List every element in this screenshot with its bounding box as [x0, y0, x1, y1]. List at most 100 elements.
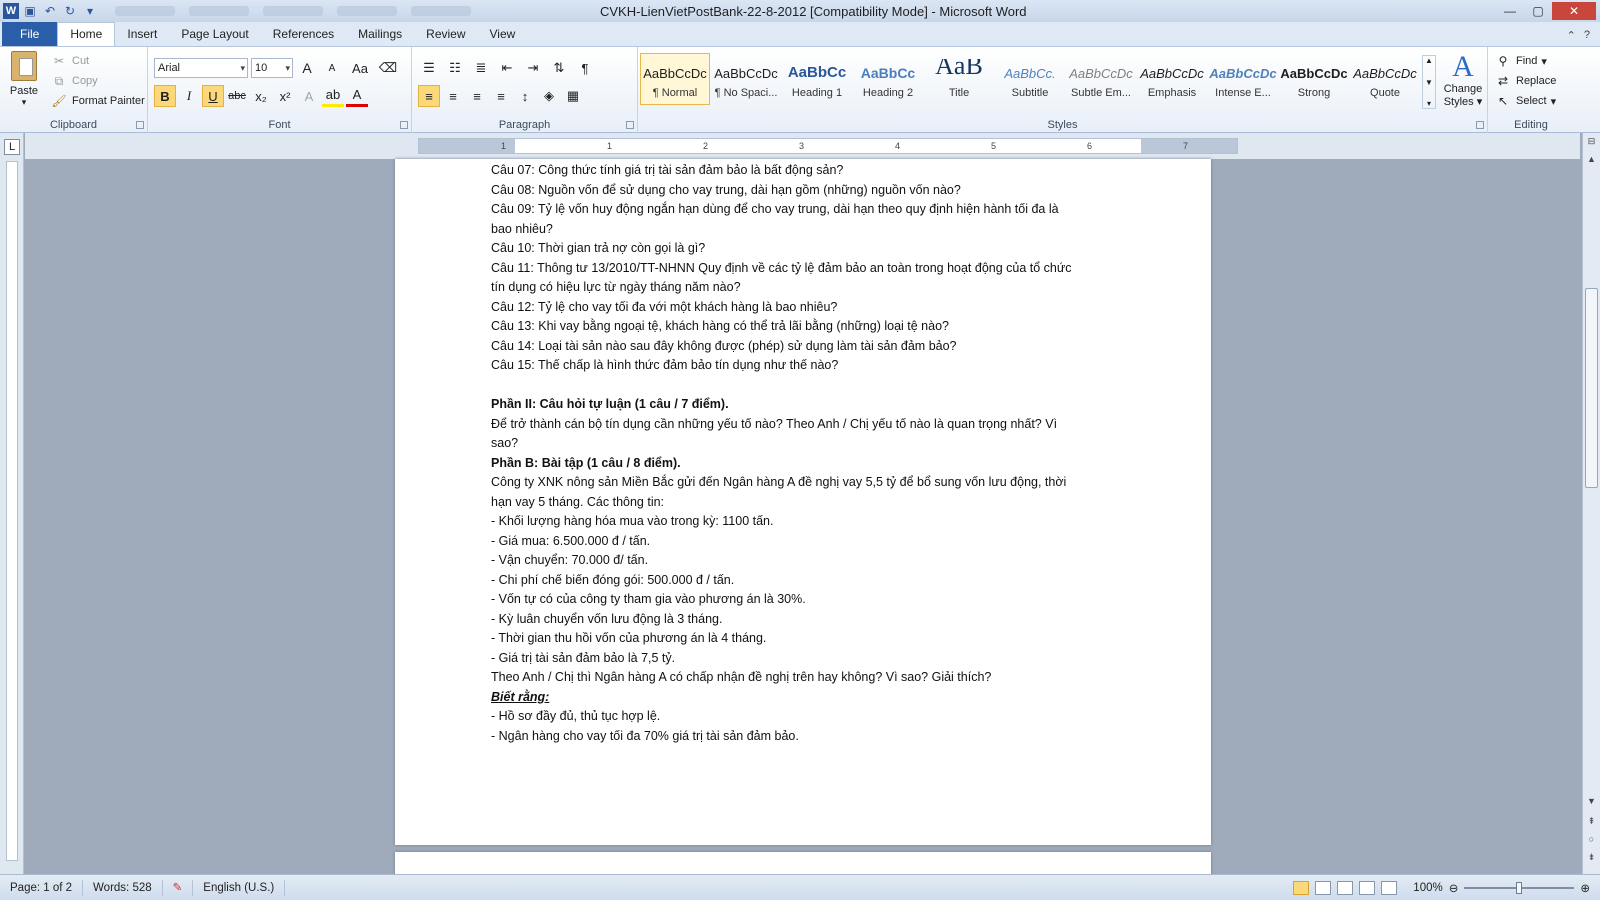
customize-qat-icon[interactable]: ▾ [81, 2, 99, 20]
align-center-icon[interactable]: ≡ [442, 85, 464, 107]
next-page-icon[interactable]: ⇟ [1583, 849, 1600, 865]
tab-selector-icon[interactable]: L [4, 139, 20, 155]
document-line[interactable]: Câu 15: Thế chấp là hình thức đảm bảo tí… [491, 356, 1116, 376]
web-layout-button[interactable] [1337, 880, 1354, 895]
document-line[interactable]: - Hồ sơ đầy đủ, thủ tục hợp lệ. [491, 707, 1116, 727]
line-spacing-icon[interactable]: ↕ [514, 85, 536, 107]
browse-object-icon[interactable]: ○ [1583, 831, 1600, 847]
styles-launcher-icon[interactable] [1476, 121, 1484, 129]
justify-icon[interactable]: ≡ [490, 85, 512, 107]
styles-down-icon[interactable]: ▼ [1425, 78, 1433, 87]
style-tile[interactable]: AaBbCcDc Strong [1279, 53, 1349, 105]
style-tile[interactable]: AaBbCcDc Quote [1350, 53, 1420, 105]
outline-view-button[interactable] [1359, 880, 1376, 895]
document-line[interactable] [491, 376, 1116, 396]
superscript-button[interactable]: x² [274, 85, 296, 107]
copy-button[interactable]: ⧉ Copy [50, 71, 145, 91]
clipboard-launcher-icon[interactable] [136, 121, 144, 129]
paragraph-launcher-icon[interactable] [626, 121, 634, 129]
document-line[interactable]: Câu 09: Tỷ lệ vốn huy động ngắn hạn dùng… [491, 200, 1116, 220]
styles-up-icon[interactable]: ▲ [1425, 56, 1433, 65]
document-line[interactable]: Phần B: Bài tập (1 câu / 8 điểm). [491, 454, 1116, 474]
change-styles-button[interactable]: A Change Styles ▾ [1440, 51, 1486, 109]
proofing-icon[interactable]: ✎ [163, 879, 194, 896]
font-launcher-icon[interactable] [400, 121, 408, 129]
document-line[interactable]: - Kỳ luân chuyển vốn lưu động là 3 tháng… [491, 610, 1116, 630]
previous-page-icon[interactable]: ⇞ [1583, 813, 1600, 829]
sort-icon[interactable]: ⇅ [548, 57, 570, 79]
tab-home[interactable]: Home [57, 22, 116, 46]
align-left-icon[interactable]: ≡ [418, 85, 440, 107]
document-line[interactable]: tín dụng có hiệu lực từ ngày tháng năm n… [491, 278, 1116, 298]
vertical-ruler[interactable] [6, 161, 18, 861]
document-line[interactable]: Câu 08: Nguồn vốn để sử dụng cho vay tru… [491, 181, 1116, 201]
zoom-out-icon[interactable]: ⊖ [1449, 881, 1459, 895]
highlight-icon[interactable]: ab [322, 85, 344, 107]
find-button[interactable]: ⚲ Find ▾ [1494, 51, 1556, 71]
ruler-toggle-icon[interactable]: ⊟ [1583, 133, 1600, 149]
word-count[interactable]: Words: 528 [83, 879, 163, 896]
grow-font-button[interactable]: A [296, 57, 318, 79]
style-tile[interactable]: AaB Title [924, 53, 994, 105]
document-page[interactable]: Câu 07: Công thức tính giá trị tài sản đ… [395, 159, 1211, 845]
close-button[interactable]: ✕ [1552, 2, 1596, 20]
decrease-indent-icon[interactable]: ⇤ [496, 57, 518, 79]
document-line[interactable]: Phần II: Câu hỏi tự luận (1 câu / 7 điểm… [491, 395, 1116, 415]
style-tile[interactable]: AaBbCc. Subtitle [995, 53, 1065, 105]
shading-icon[interactable]: ◈ [538, 85, 560, 107]
font-name-combo[interactable]: Arial [154, 58, 248, 78]
bullets-icon[interactable]: ☰ [418, 57, 440, 79]
change-case-button[interactable]: Aa [346, 57, 374, 79]
font-color-icon[interactable]: A [346, 85, 368, 107]
style-tile[interactable]: AaBbCcDc ¶ No Spaci... [711, 53, 781, 105]
help-icon[interactable]: ? [1584, 29, 1590, 42]
strikethrough-button[interactable]: abc [226, 85, 248, 107]
text-effects-icon[interactable]: A [298, 85, 320, 107]
show-formatting-button[interactable]: ¶ [574, 57, 596, 79]
align-right-icon[interactable]: ≡ [466, 85, 488, 107]
document-body[interactable]: Câu 07: Công thức tính giá trị tài sản đ… [491, 161, 1116, 746]
page-count[interactable]: Page: 1 of 2 [0, 879, 84, 896]
style-tile[interactable]: AaBbCc Heading 2 [853, 53, 923, 105]
zoom-in-icon[interactable]: ⊕ [1580, 881, 1590, 895]
font-size-combo[interactable]: 10 [251, 58, 293, 78]
document-line[interactable]: sao? [491, 434, 1116, 454]
document-line[interactable]: Câu 11: Thông tư 13/2010/TT-NHNN Quy địn… [491, 259, 1116, 279]
zoom-slider[interactable] [1464, 881, 1575, 894]
document-line[interactable]: Biết rằng: [491, 688, 1116, 708]
word-app-icon[interactable]: W [3, 3, 19, 19]
scroll-thumb[interactable] [1585, 288, 1598, 488]
document-line[interactable]: Câu 12: Tỷ lệ cho vay tối đa với một khá… [491, 298, 1116, 318]
document-line[interactable]: Để trở thành cán bộ tín dụng cần những y… [491, 415, 1116, 435]
numbering-icon[interactable]: ☷ [444, 57, 466, 79]
document-line[interactable]: - Giá trị tài sản đảm bảo là 7,5 tỷ. [491, 649, 1116, 669]
tab-file[interactable]: File [2, 22, 58, 46]
document-line[interactable]: Câu 13: Khi vay bằng ngoại tệ, khách hàn… [491, 317, 1116, 337]
tab-page-layout[interactable]: Page Layout [169, 23, 260, 46]
document-line[interactable]: - Ngân hàng cho vay tối đa 70% giá trị t… [491, 727, 1116, 747]
document-line[interactable]: Câu 10: Thời gian trả nợ còn gọi là gì? [491, 239, 1116, 259]
tab-mailings[interactable]: Mailings [346, 23, 414, 46]
underline-button[interactable]: U [202, 85, 224, 107]
tab-view[interactable]: View [478, 23, 528, 46]
shrink-font-button[interactable]: A [321, 57, 343, 79]
styles-more-icon[interactable]: ▾ [1427, 99, 1431, 108]
zoom-thumb[interactable] [1516, 881, 1523, 894]
redo-icon[interactable]: ↻ [61, 2, 79, 20]
clear-formatting-icon[interactable]: ⌫ [377, 57, 399, 79]
style-tile[interactable]: AaBbCcDc Intense E... [1208, 53, 1278, 105]
replace-button[interactable]: ⇄ Replace [1494, 71, 1556, 91]
document-line[interactable]: - Giá mua: 6.500.000 đ / tấn. [491, 532, 1116, 552]
style-tile[interactable]: AaBbCcDc ¶ Normal [640, 53, 710, 105]
bold-button[interactable]: B [154, 85, 176, 107]
cut-button[interactable]: ✂ Cut [50, 51, 145, 71]
multilevel-list-icon[interactable]: ≣ [470, 57, 492, 79]
maximize-button[interactable]: ▢ [1524, 2, 1552, 20]
scroll-up-icon[interactable]: ▲ [1583, 151, 1600, 167]
format-painter-button[interactable]: 🖌 Format Painter [50, 91, 144, 111]
increase-indent-icon[interactable]: ⇥ [522, 57, 544, 79]
horizontal-ruler[interactable]: 1 1 2 3 4 5 6 7 [418, 138, 1238, 154]
save-icon[interactable]: ▣ [21, 2, 39, 20]
document-line[interactable]: - Vận chuyển: 70.000 đ/ tấn. [491, 551, 1116, 571]
paste-button[interactable]: Paste ▾ [6, 51, 42, 108]
